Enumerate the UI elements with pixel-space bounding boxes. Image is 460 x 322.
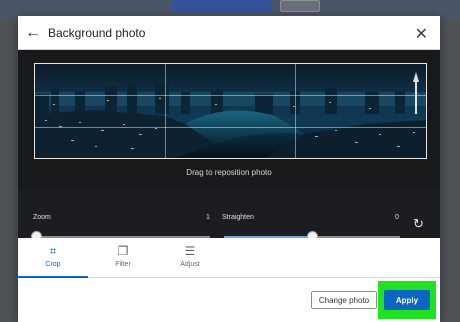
crop-grid-line xyxy=(35,127,426,128)
city-skyline-photo xyxy=(35,64,426,158)
adjust-icon: ☰ xyxy=(184,244,196,258)
background-right-panel xyxy=(440,20,460,322)
tab-filter[interactable]: ❐ Filter xyxy=(88,238,158,278)
modal-footer: Change photo Apply xyxy=(18,278,440,322)
photo-editor: Drag to reposition photo Zoom 1 Straight… xyxy=(18,50,440,254)
background-more-button xyxy=(280,0,320,12)
editor-tabs: ⌗ Crop ❐ Filter ☰ Adjust xyxy=(18,238,440,278)
crop-icon: ⌗ xyxy=(49,244,57,258)
photo-crop-area[interactable] xyxy=(34,63,427,159)
tab-adjust-label: Adjust xyxy=(180,261,200,268)
back-arrow-icon[interactable]: ← xyxy=(18,16,48,50)
crop-grid-line xyxy=(35,95,426,96)
straighten-label: Straighten xyxy=(222,214,254,221)
background-button xyxy=(172,0,272,12)
background-photo-modal: ← Background photo ✕ Drag to reposition … xyxy=(18,16,440,322)
close-icon[interactable]: ✕ xyxy=(415,24,428,44)
modal-header: ← Background photo ✕ xyxy=(18,16,440,50)
zoom-value: 1 xyxy=(206,214,210,221)
drag-hint-text: Drag to reposition photo xyxy=(186,168,272,177)
modal-title: Background photo xyxy=(48,25,146,40)
rotate-icon[interactable]: ↻ xyxy=(413,216,424,232)
apply-button[interactable]: Apply xyxy=(384,290,430,310)
crop-grid-line xyxy=(165,64,166,158)
zoom-label: Zoom xyxy=(33,214,51,221)
change-photo-button[interactable]: Change photo xyxy=(311,291,377,309)
filter-icon: ❐ xyxy=(117,244,129,258)
crop-grid-line xyxy=(295,64,296,158)
tab-adjust[interactable]: ☰ Adjust xyxy=(155,238,225,278)
straighten-value: 0 xyxy=(395,214,399,221)
tab-crop-label: Crop xyxy=(45,261,61,268)
tab-filter-label: Filter xyxy=(115,261,131,268)
background-left-panel xyxy=(0,20,18,322)
tab-crop[interactable]: ⌗ Crop xyxy=(18,238,88,278)
